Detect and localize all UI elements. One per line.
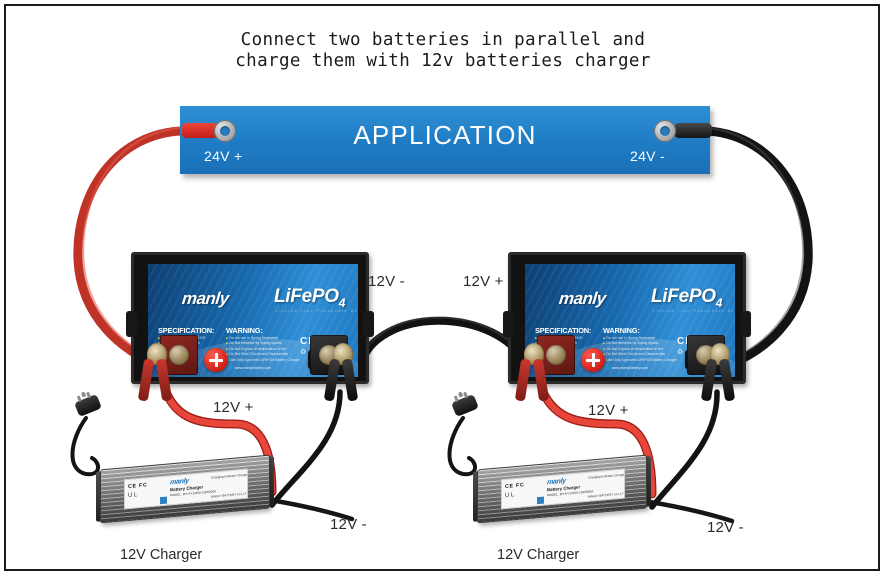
battery-left-positive-badge-icon: [204, 348, 228, 372]
clip-arm: [341, 358, 359, 402]
battery-right-chemistry: LiFePO4: [651, 286, 722, 310]
battery-right-handle-left: [503, 311, 514, 337]
clip-left-battery-positive: [137, 343, 174, 402]
label-right-battery-positive: 12V +: [463, 273, 504, 290]
charger-left-cert-line-1: CE FC: [128, 482, 148, 490]
ac-plug-left: [74, 391, 102, 417]
battery-left-brand: manly: [181, 289, 230, 308]
label-left-battery-negative: 12V -: [368, 273, 405, 290]
charger-right-cert-line-2: UL: [505, 492, 516, 499]
plug-prong-icon: [453, 395, 459, 403]
battery-right-chemistry-text: LiFePO: [651, 286, 716, 307]
battery-right-website: www.manlybattery.com: [605, 365, 648, 370]
battery-left-chemistry-sub: 4: [338, 295, 346, 310]
cord-right-ac: [447, 416, 477, 477]
charger-right-indicator-text: Charging Indicator Charging Red Light Ch…: [588, 468, 625, 480]
battery-right-positive-badge-icon: [581, 348, 605, 372]
battery-right-warning-heading: WARNING:: [603, 326, 640, 335]
ac-plug-right: [451, 391, 479, 417]
caption-left-charger: 12V Charger: [120, 547, 203, 563]
cable-interconnect-highlight: [359, 316, 527, 365]
battery-left-handle-left: [126, 311, 137, 337]
cord-left-ac: [70, 416, 100, 477]
label-right-charger-positive: 12V +: [588, 402, 629, 419]
clip-arm: [514, 358, 532, 402]
battery-left-warning-list: Do not use in Spring flammable Do Not im…: [226, 336, 300, 363]
warning-item: Use Only Approved LiFePO4 Battery Charge…: [603, 358, 677, 363]
clip-left-battery-negative: [323, 343, 360, 402]
clip-arm: [137, 358, 155, 402]
banner-positive-label: 24V +: [204, 148, 243, 164]
plug-prong-icon: [76, 395, 82, 403]
banner-negative-boot: [674, 123, 712, 138]
title-line-1: Connect two batteries in parallel and: [240, 30, 646, 50]
title-line-2: charge them with 12v batteries charger: [235, 51, 651, 71]
warning-item: Use Only Approved LiFePO4 Battery Charge…: [226, 358, 300, 363]
charger-right-blue-mark-icon: [537, 496, 544, 505]
label-right-charger-negative: 12V -: [707, 519, 744, 536]
application-banner: APPLICATION 24V + 24V -: [180, 106, 712, 174]
label-left-charger-negative: 12V -: [330, 516, 367, 533]
clip-arm: [532, 358, 550, 402]
charger-right-cert-line-1: CE FC: [505, 482, 525, 490]
banner-positive-boot: [182, 123, 218, 138]
battery-right-brand: manly: [558, 289, 607, 308]
battery-right-handle-right: [740, 311, 751, 337]
battery-right-warning-list: Do not use in Spring flammable Do Not im…: [603, 336, 677, 363]
battery-left-spec-heading: SPECIFICATION:: [158, 326, 215, 335]
clip-right-battery-negative: [700, 343, 737, 402]
clip-arm: [718, 358, 736, 402]
plug-prong-icon: [86, 391, 92, 399]
cable-right-charger-negative: [649, 389, 720, 510]
banner-negative-ring-terminal: [654, 120, 676, 142]
diagram-canvas: Connect two batteries in parallel and ch…: [0, 0, 886, 577]
label-left-charger-positive: 12V +: [213, 399, 254, 416]
clip-arm: [700, 358, 718, 402]
battery-right-spec-heading: SPECIFICATION:: [535, 326, 592, 335]
charger-right-manufacturer: MANLY BATTERY CO.,LTD MADE IN CHINA: [588, 489, 625, 499]
charger-left-cert-line-2: UL: [128, 492, 139, 499]
charger-left-indicator-text: Charging Indicator Charging Red Light Ch…: [211, 468, 248, 480]
battery-left-handle-right: [363, 311, 374, 337]
clip-arm: [323, 358, 341, 402]
battery-left-chemistry: LiFePO4: [274, 286, 345, 310]
clip-arm: [155, 358, 173, 402]
caption-right-charger: 12V Charger: [497, 547, 580, 563]
charger-right: CE FC UL manly Battery Charger MODEL: MY…: [473, 454, 651, 524]
battery-left-warning-heading: WARNING:: [226, 326, 263, 335]
battery-right-tagline: Lithium Iron Phosphate Battery: [653, 309, 733, 313]
charger-left: CE FC UL manly Battery Charger MODEL: MY…: [96, 454, 274, 524]
plug-prong-icon: [463, 391, 469, 399]
banner-negative-label: 24V -: [630, 148, 665, 164]
banner-positive-ring-terminal: [214, 120, 236, 142]
battery-left-chemistry-text: LiFePO: [274, 286, 339, 307]
battery-left-tagline: Lithium Iron Phosphate Battery: [276, 309, 356, 313]
charger-left-blue-mark-icon: [160, 496, 167, 505]
battery-right-chemistry-sub: 4: [715, 295, 723, 310]
cable-left-charger-negative: [269, 389, 343, 508]
clip-right-battery-positive: [514, 343, 551, 402]
charger-left-manufacturer: MANLY BATTERY CO.,LTD MADE IN CHINA: [211, 489, 248, 499]
battery-left-website: www.manlybattery.com: [228, 365, 271, 370]
application-banner-title: APPLICATION: [353, 120, 537, 150]
page-title: Connect two batteries in parallel and ch…: [0, 30, 886, 72]
